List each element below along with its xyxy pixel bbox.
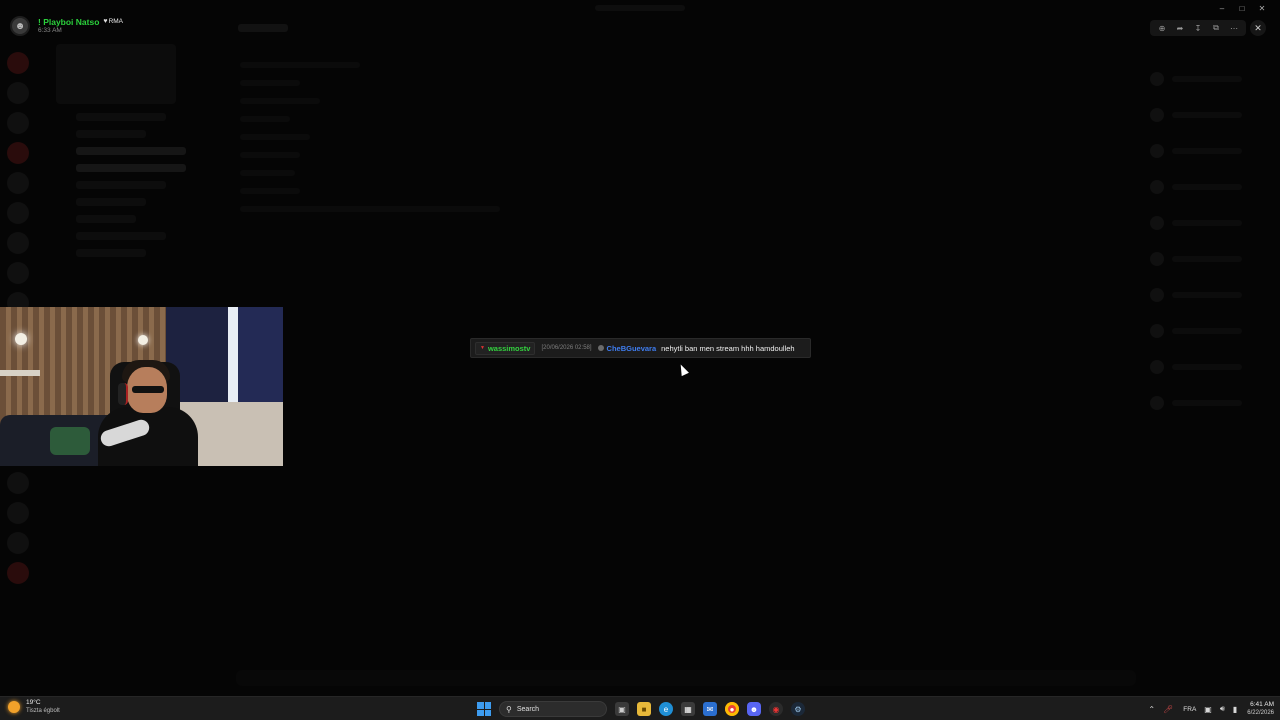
screen: – □ ✕ ☻ ! Playboi Natso ♥ RMA 6:33 AM ⊕ … — [0, 0, 1280, 720]
volume-icon[interactable]: 🔊︎ — [1220, 704, 1225, 714]
profile-name: ! Playboi Natso — [38, 16, 100, 27]
weather-condition: Tiszta égbolt — [26, 707, 60, 714]
window-controls: – □ ✕ — [1212, 1, 1272, 15]
weather-widget[interactable]: 19°C Tiszta égbolt — [8, 699, 60, 714]
store-icon[interactable]: ▦ — [681, 702, 695, 716]
weather-temp: 19°C — [26, 699, 41, 706]
chrome-icon[interactable]: ● — [725, 702, 739, 716]
clock-time: 6:41 AM — [1250, 700, 1274, 708]
file-explorer-icon[interactable]: ■ — [637, 702, 651, 716]
maximize-icon[interactable]: □ — [1232, 1, 1252, 15]
open-external-icon[interactable]: ⧉ — [1209, 21, 1223, 35]
chat-message: ▼ wassimostv [20/06/2026 02:58] CheBGuev… — [470, 338, 811, 358]
heart-icon: ♥ — [103, 18, 108, 26]
channel-name: wassimostv — [487, 343, 531, 353]
edge-icon[interactable]: e — [659, 702, 673, 716]
close-icon[interactable]: ✕ — [1250, 20, 1266, 36]
network-icon[interactable]: ▣ — [1204, 705, 1212, 714]
taskbar-clock[interactable]: 6:41 AM 6/22/2026 — [1247, 700, 1274, 717]
zoom-icon[interactable]: ⊕ — [1155, 21, 1169, 35]
taskbar-apps: ⚲ Search ▣ ■ e ▦ ✉ ● ☻ ◉ ⚙ — [477, 700, 805, 718]
language-indicator[interactable]: FRA — [1183, 706, 1196, 713]
task-view-icon[interactable]: ▣ — [615, 702, 629, 716]
sun-icon — [8, 700, 20, 713]
download-icon[interactable]: ↧ — [1191, 21, 1205, 35]
share-icon[interactable]: ➦ — [1173, 21, 1187, 35]
member-list-dimmed — [1150, 50, 1270, 680]
taskbar-search[interactable]: ⚲ Search — [499, 701, 607, 717]
live-dot-icon: ▼ — [480, 345, 485, 351]
window-title-placeholder — [595, 5, 685, 11]
avatar[interactable]: ☻ — [10, 16, 30, 36]
chevron-up-icon[interactable]: ⌃ — [1148, 705, 1155, 714]
search-icon: ⚲ — [506, 704, 512, 714]
user-badge-icon — [597, 345, 604, 351]
search-label: Search — [516, 705, 540, 713]
clock-date: 6/22/2026 — [1247, 710, 1274, 717]
windows-start-icon[interactable] — [477, 702, 491, 716]
discord-icon[interactable]: ☻ — [747, 702, 761, 716]
channel-title-dimmed — [238, 24, 288, 32]
channel-tag: ▼ wassimostv — [475, 341, 536, 355]
obs-icon[interactable]: ◉ — [769, 702, 783, 716]
minimize-icon[interactable]: – — [1212, 1, 1232, 15]
media-viewer-toolbar: ⊕ ➦ ↧ ⧉ ⋯ — [1150, 20, 1246, 36]
profile-header[interactable]: ☻ ! Playboi Natso ♥ RMA 6:33 AM — [10, 16, 123, 36]
message-timestamp: [20/06/2026 02:58] — [541, 345, 592, 351]
composer-dimmed — [236, 670, 1136, 686]
webcam-feed — [0, 307, 283, 466]
close-window-icon[interactable]: ✕ — [1252, 1, 1272, 15]
taskbar: 19°C Tiszta égbolt ⚲ Search ▣ ■ e ▦ ✉ ● … — [0, 696, 1280, 720]
mail-icon[interactable]: ✉ — [703, 702, 717, 716]
mouse-cursor-icon — [677, 362, 689, 377]
profile-time: 6:33 AM — [38, 26, 62, 34]
microphone-icon[interactable]: 🎤︎ — [1163, 705, 1173, 714]
profile-badge: ♥ RMA — [103, 17, 124, 26]
message-username[interactable]: CheBGuevara — [607, 344, 657, 353]
battery-icon[interactable]: ▮ — [1233, 705, 1237, 714]
message-text: nehytli ban men stream hhh hamdoulleh — [661, 343, 795, 353]
profile-badge-label: RMA — [108, 17, 124, 25]
more-icon[interactable]: ⋯ — [1227, 21, 1241, 35]
system-tray: ⌃ 🎤︎ FRA ▣ 🔊︎ ▮ 6:41 AM 6/22/2026 — [1140, 699, 1274, 719]
steam-icon[interactable]: ⚙ — [791, 702, 805, 716]
